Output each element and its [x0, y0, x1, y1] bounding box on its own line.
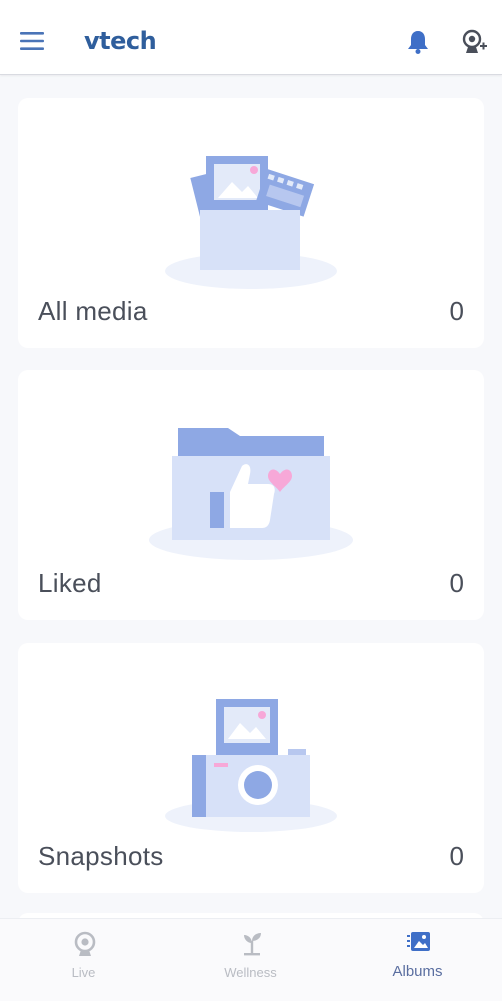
album-title: Liked — [38, 568, 102, 598]
photo-box-icon — [165, 156, 337, 289]
albums-icon — [407, 932, 430, 951]
album-count: 0 — [449, 841, 464, 871]
live-camera-icon — [74, 931, 96, 956]
bell-icon[interactable] — [405, 29, 431, 55]
album-card-all-media[interactable]: All media 0 — [18, 98, 484, 348]
nav-item-live[interactable]: Live — [0, 919, 167, 1001]
nav-label: Live — [71, 965, 96, 980]
app-header: vtech — [0, 0, 502, 75]
hamburger-menu-icon[interactable] — [20, 31, 44, 51]
album-title: Snapshots — [38, 841, 164, 871]
nav-item-wellness[interactable]: Wellness — [167, 919, 334, 1001]
nav-label: Wellness — [224, 965, 277, 980]
vtech-logo: vtech — [84, 27, 157, 55]
wellness-sprout-icon — [244, 933, 261, 956]
album-count: 0 — [449, 568, 464, 598]
liked-folder-icon — [149, 428, 353, 560]
nav-label: Albums — [392, 963, 443, 980]
camera-add-icon[interactable] — [460, 29, 488, 55]
nav-item-albums[interactable]: Albums — [334, 919, 501, 1001]
bottom-nav: Live Wellness Albums — [0, 918, 502, 1001]
album-title: All media — [38, 296, 148, 326]
album-card-snapshots[interactable]: Snapshots 0 — [18, 643, 484, 893]
album-card-liked[interactable]: Liked 0 — [18, 370, 484, 620]
album-count: 0 — [449, 296, 464, 326]
camera-photo-icon — [165, 699, 337, 832]
